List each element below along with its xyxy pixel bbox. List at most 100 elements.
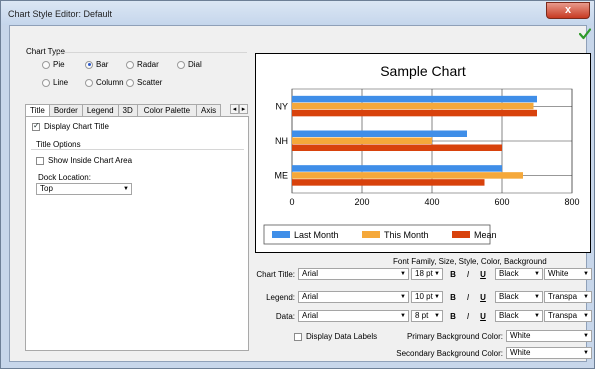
title-tab-panel	[25, 116, 249, 351]
chevron-down-icon: ▼	[534, 271, 540, 277]
chevron-down-icon: ▼	[123, 186, 129, 192]
legend-size-value: 10 pt	[415, 292, 433, 301]
bar	[292, 109, 537, 117]
chart-type-divider	[57, 52, 247, 53]
data-bold-button[interactable]: B	[449, 312, 457, 321]
chevron-down-icon: ▼	[434, 271, 440, 277]
tab-color-palette[interactable]: Color Palette	[136, 104, 198, 116]
x-tick-label: 0	[289, 197, 294, 207]
radio-scatter-label: Scatter	[137, 78, 163, 87]
chevron-down-icon: ▼	[583, 271, 589, 277]
chart-title-font-label: Chart Title:	[256, 270, 295, 279]
data-italic-button[interactable]: I	[464, 312, 472, 321]
display-chart-title-checkbox[interactable]: Display Chart Title	[32, 121, 109, 131]
chart-title-underline-button[interactable]: U	[479, 270, 487, 279]
radio-dial-dot	[177, 60, 185, 69]
radio-scatter-dot	[126, 78, 134, 87]
data-underline-button[interactable]: U	[479, 312, 487, 321]
chart-title-size-select[interactable]: 18 pt ▼	[411, 268, 443, 280]
chart-title-font-select[interactable]: Arial ▼	[298, 268, 409, 280]
chart-title-background-value: White	[548, 269, 569, 278]
secondary-background-label: Secondary Background Color:	[396, 349, 503, 358]
legend-label: This Month	[384, 230, 429, 240]
legend-font-select[interactable]: Arial ▼	[298, 291, 409, 303]
show-inside-chart-area-checkbox[interactable]: Show Inside Chart Area	[36, 156, 132, 165]
bar	[292, 130, 467, 137]
title-bar[interactable]: Chart Style Editor: Default x	[1, 1, 594, 25]
tab-scroll-right-icon[interactable]: ▸	[239, 104, 248, 114]
radio-pie-dot	[42, 60, 50, 69]
chart-style-editor-window: Chart Style Editor: Default x Chart Type…	[0, 0, 595, 369]
legend-underline-button[interactable]: U	[479, 293, 487, 302]
legend-swatch	[362, 231, 380, 238]
display-data-labels-label: Display Data Labels	[306, 332, 378, 341]
legend-italic-button[interactable]: I	[464, 293, 472, 302]
legend-size-select[interactable]: 10 pt ▼	[411, 291, 443, 303]
chart-title-font-value: Arial	[302, 269, 319, 278]
legend-label: Mean	[474, 230, 497, 240]
dock-location-label: Dock Location:	[38, 173, 91, 182]
legend-color-value: Black	[499, 292, 519, 301]
chart-title-color-value: Black	[499, 269, 519, 278]
primary-background-select[interactable]: White ▼	[506, 330, 592, 342]
radio-radar[interactable]: Radar	[126, 60, 159, 69]
chevron-down-icon: ▼	[534, 294, 540, 300]
radio-pie-label: Pie	[53, 60, 65, 69]
radio-column-dot	[85, 78, 93, 87]
title-options-divider	[31, 149, 244, 150]
tab-3d[interactable]: 3D	[117, 104, 138, 116]
close-icon: x	[564, 4, 572, 16]
chart-title-background-select[interactable]: White ▼	[544, 268, 592, 280]
chart-title-bold-button[interactable]: B	[449, 270, 457, 279]
bar	[292, 172, 523, 179]
x-tick-label: 200	[354, 197, 369, 207]
y-category-label: NH	[275, 136, 288, 146]
display-data-labels-check	[294, 332, 302, 341]
legend-background-select[interactable]: Transpa ▼	[544, 291, 592, 303]
tab-legend[interactable]: Legend	[81, 104, 119, 116]
chart-title-color-select[interactable]: Black ▼	[495, 268, 543, 280]
green-check-icon[interactable]	[579, 28, 591, 40]
display-data-labels-checkbox[interactable]: Display Data Labels	[294, 332, 377, 341]
primary-background-label: Primary Background Color:	[406, 332, 503, 341]
radio-line-label: Line	[53, 78, 69, 87]
y-category-label: NY	[275, 101, 288, 111]
data-size-select[interactable]: 8 pt ▼	[411, 310, 443, 322]
chart-title-italic-button[interactable]: I	[464, 270, 472, 279]
tab-axis[interactable]: Axis	[196, 104, 222, 116]
dock-location-select[interactable]: Top ▼	[36, 183, 132, 195]
radio-bar[interactable]: Bar	[85, 60, 108, 69]
data-font-label: Data:	[275, 312, 295, 321]
chart-preview: Sample Chart 0 200 400 600 800 NY NH ME Last Mo…	[255, 53, 591, 253]
chevron-down-icon: ▼	[534, 313, 540, 319]
bar	[292, 179, 485, 186]
radio-line[interactable]: Line	[42, 78, 68, 87]
radio-line-dot	[42, 78, 50, 87]
legend-swatch	[452, 231, 470, 238]
radio-dial[interactable]: Dial	[177, 60, 202, 69]
display-chart-title-label: Display Chart Title	[44, 122, 109, 131]
data-color-value: Black	[499, 311, 519, 320]
close-button[interactable]: x	[546, 2, 590, 19]
chart-svg: Sample Chart 0 200 400 600 800 NY NH ME Last Mo…	[263, 63, 580, 245]
radio-pie[interactable]: Pie	[42, 60, 65, 69]
data-background-value: Transpa	[548, 311, 578, 320]
chevron-down-icon: ▼	[400, 271, 406, 277]
tab-border[interactable]: Border	[48, 104, 83, 116]
data-color-select[interactable]: Black ▼	[495, 310, 543, 322]
radio-scatter[interactable]: Scatter	[126, 78, 162, 87]
show-inside-chart-area-label: Show Inside Chart Area	[48, 156, 133, 165]
bar	[292, 95, 537, 103]
secondary-background-select[interactable]: White ▼	[506, 347, 592, 359]
x-tick-label: 400	[424, 197, 439, 207]
display-title-check	[32, 121, 40, 131]
legend-font-label: Legend:	[266, 293, 295, 302]
radio-column[interactable]: Column	[85, 78, 124, 87]
data-font-select[interactable]: Arial ▼	[298, 310, 409, 322]
data-font-value: Arial	[302, 311, 319, 320]
bar	[292, 137, 432, 144]
data-background-select[interactable]: Transpa ▼	[544, 310, 592, 322]
tab-scroll-left-icon[interactable]: ◂	[230, 104, 239, 114]
legend-color-select[interactable]: Black ▼	[495, 291, 543, 303]
legend-bold-button[interactable]: B	[449, 293, 457, 302]
